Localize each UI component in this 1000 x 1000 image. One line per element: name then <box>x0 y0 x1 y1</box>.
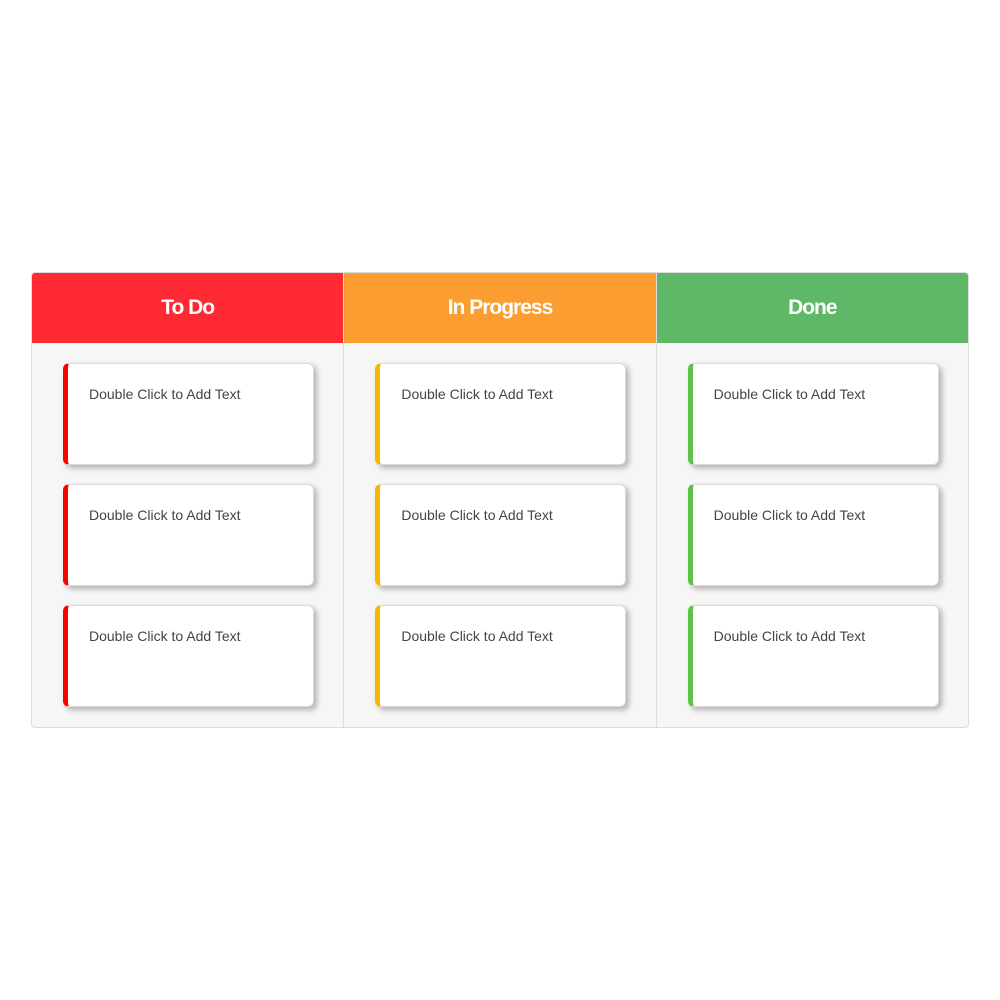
card-list: Double Click to Add Text Double Click to … <box>657 343 968 707</box>
card-text[interactable]: Double Click to Add Text <box>89 507 241 523</box>
column-done: Done Double Click to Add Text Double Click… <box>656 273 968 727</box>
card-text[interactable]: Double Click to Add Text <box>401 628 553 644</box>
task-card[interactable]: Double Click to Add Text <box>375 605 627 707</box>
task-card[interactable]: Double Click to Add Text <box>687 605 939 707</box>
task-card[interactable]: Double Click to Add Text <box>63 363 314 465</box>
card-text[interactable]: Double Click to Add Text <box>89 386 241 402</box>
card-list: Double Click to Add Text Double Click to … <box>344 343 655 707</box>
column-header[interactable]: To Do <box>32 273 344 343</box>
column-header[interactable]: Done <box>656 273 968 343</box>
task-card[interactable]: Double Click to Add Text <box>375 484 627 586</box>
task-card[interactable]: Double Click to Add Text <box>63 484 314 586</box>
column-to-do: To Do Double Click to Add Text Double Clic… <box>32 273 345 727</box>
task-card[interactable]: Double Click to Add Text <box>63 605 314 707</box>
column-in-progress: In Progress Double Click to Add Text Doubl… <box>344 273 657 727</box>
task-card[interactable]: Double Click to Add Text <box>687 484 939 586</box>
task-card[interactable]: Double Click to Add Text <box>687 363 939 465</box>
card-text[interactable]: Double Click to Add Text <box>714 386 866 402</box>
task-card[interactable]: Double Click to Add Text <box>375 363 627 465</box>
card-text[interactable]: Double Click to Add Text <box>401 507 553 523</box>
card-text[interactable]: Double Click to Add Text <box>714 628 866 644</box>
card-list: Double Click to Add Text Double Click to … <box>32 343 343 707</box>
kanban-board: To Do Double Click to Add Text Double Clic… <box>31 272 969 728</box>
card-text[interactable]: Double Click to Add Text <box>401 386 553 402</box>
card-text[interactable]: Double Click to Add Text <box>89 628 241 644</box>
column-header[interactable]: In Progress <box>344 273 656 343</box>
card-text[interactable]: Double Click to Add Text <box>714 507 866 523</box>
